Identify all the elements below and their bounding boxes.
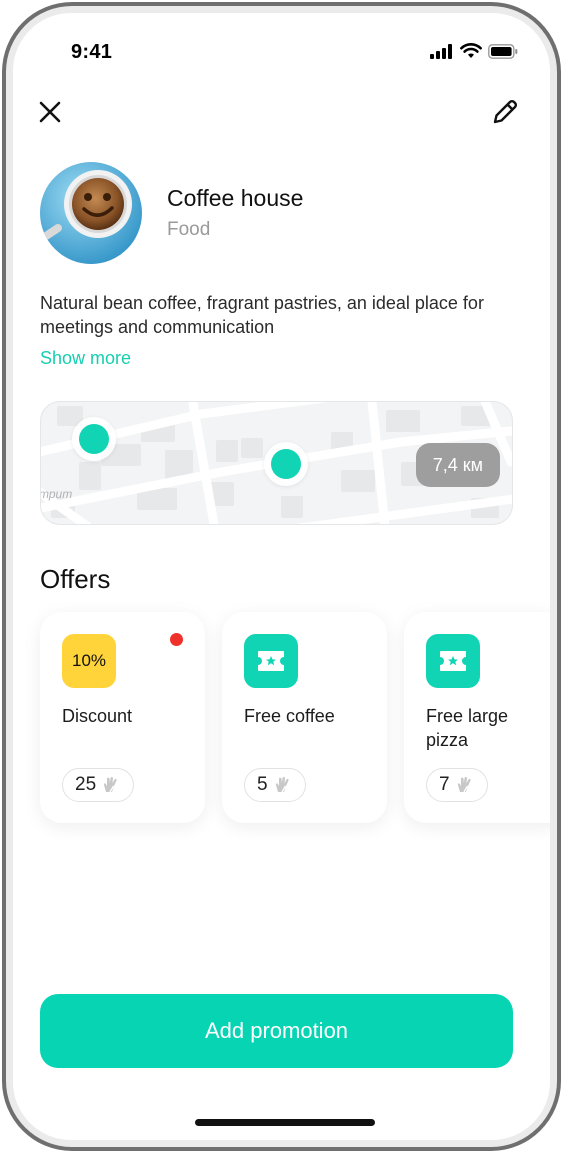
- hand-icon: [104, 776, 117, 793]
- offer-icon: [426, 634, 480, 688]
- offer-card-free-pizza[interactable]: Free large pizza 7: [404, 612, 550, 823]
- hand-icon: [275, 776, 289, 793]
- signal-icon: [430, 43, 452, 59]
- offer-title: Free coffee: [244, 706, 335, 726]
- close-button[interactable]: [33, 95, 67, 129]
- business-category: Food: [167, 219, 211, 240]
- notification-dot: [170, 633, 183, 646]
- hand-icon: [457, 776, 471, 793]
- offer-count-value: 7: [439, 774, 450, 795]
- coffee-cup-image: [40, 162, 142, 264]
- discount-badge: 10%: [62, 634, 116, 688]
- offers-title: Offers: [40, 564, 111, 594]
- ticket-star-icon: [258, 651, 284, 671]
- offer-title: Discount: [62, 706, 133, 726]
- location-map[interactable]: трит 7,4 км: [40, 401, 513, 525]
- device-bezel: 9:41 Coffee house Food Natural bean coff…: [6, 6, 557, 1147]
- offer-count-value: 25: [75, 774, 97, 795]
- show-more-link[interactable]: Show more: [40, 348, 131, 369]
- close-icon: [39, 101, 61, 123]
- device-frame: 9:41 Coffee house Food Natural bean coff…: [2, 2, 561, 1151]
- screen: 9:41 Coffee house Food Natural bean coff…: [13, 13, 550, 1140]
- offer-count: 25: [62, 768, 135, 802]
- battery-icon: [488, 43, 518, 59]
- edit-button[interactable]: [488, 95, 522, 129]
- offer-icon: [244, 634, 298, 688]
- offer-card-discount[interactable]: 10% Discount 25: [40, 612, 205, 823]
- offer-card-free-coffee[interactable]: Free coffee 5: [222, 612, 387, 823]
- add-promotion-button[interactable]: Add promotion: [40, 994, 513, 1068]
- offer-count: 5: [244, 768, 306, 802]
- home-indicator: [195, 1119, 375, 1126]
- business-description: Natural bean coffee, fragrant pastries, …: [40, 293, 484, 337]
- discount-badge-text: 10%: [71, 651, 107, 670]
- map-pin[interactable]: [264, 442, 308, 486]
- pencil-icon: [493, 99, 518, 124]
- status-time: 9:41: [71, 41, 113, 63]
- distance-badge: 7,4 км: [415, 443, 500, 487]
- offer-title: Free large pizza: [426, 706, 509, 750]
- business-name: Coffee house: [167, 185, 304, 211]
- business-avatar: [40, 162, 142, 264]
- ticket-star-icon: [440, 651, 466, 671]
- wifi-icon: [460, 43, 482, 58]
- map-pin[interactable]: [72, 417, 116, 461]
- map-street-label: трит: [41, 487, 72, 501]
- offer-count: 7: [426, 768, 488, 802]
- status-icons: [430, 43, 518, 59]
- offer-count-value: 5: [257, 774, 268, 795]
